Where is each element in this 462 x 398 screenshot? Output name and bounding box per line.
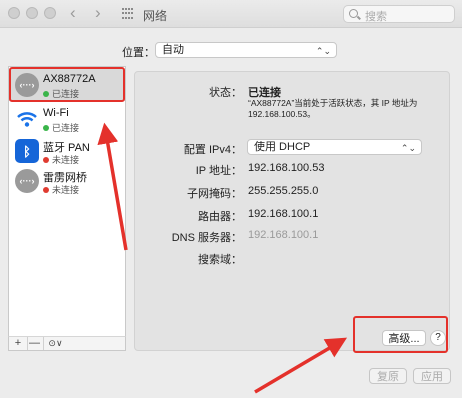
arrow-to-advanced xyxy=(254,337,348,394)
annotation-arrows xyxy=(97,122,348,394)
arrow-to-ethernet xyxy=(97,122,128,251)
